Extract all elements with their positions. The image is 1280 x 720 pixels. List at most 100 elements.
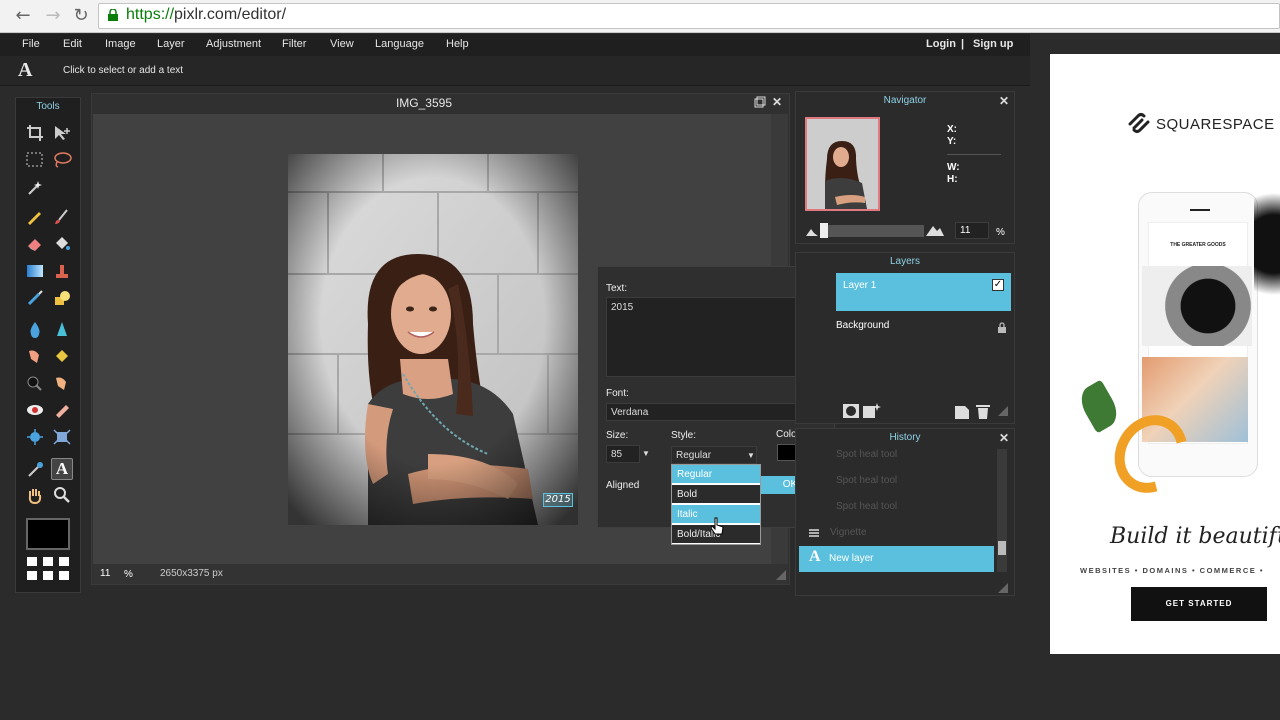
- layer-visibility-checkbox[interactable]: ✓: [992, 279, 1004, 291]
- url-text[interactable]: https://pixlr.com/editor/: [126, 6, 286, 24]
- red-eye-tool-icon[interactable]: [25, 401, 45, 419]
- text-tool-icon[interactable]: A: [51, 458, 73, 480]
- login-link[interactable]: Login: [926, 38, 956, 50]
- foreground-color-swatch[interactable]: [26, 518, 70, 550]
- history-item[interactable]: Spot heal tool: [836, 449, 897, 460]
- ad-get-started-button[interactable]: GET STARTED: [1131, 587, 1267, 621]
- tool-hint: Click to select or add a text: [63, 65, 184, 76]
- font-label: Font:: [606, 388, 629, 399]
- menu-adjustment[interactable]: Adjustment: [206, 38, 261, 50]
- paint-bucket-tool-icon[interactable]: [52, 235, 72, 253]
- layer-styles-icon[interactable]: [863, 403, 881, 419]
- history-resize-grip-icon[interactable]: [998, 583, 1008, 593]
- size-input[interactable]: 85: [606, 445, 640, 463]
- history-title: History: [889, 432, 921, 443]
- navigator-y-label: Y:: [947, 136, 957, 147]
- menu-separator: |: [961, 38, 965, 50]
- navigator-x-label: X:: [947, 124, 957, 135]
- smudge-tool-icon[interactable]: [25, 347, 45, 365]
- ad-script-line: Build it beautiful: [1110, 524, 1280, 549]
- style-option-regular[interactable]: Regular: [672, 465, 760, 483]
- lasso-tool-icon[interactable]: [52, 151, 72, 169]
- sharpen-tool-icon[interactable]: [52, 320, 72, 338]
- url-protocol: https://: [126, 6, 175, 23]
- navigator-thumbnail[interactable]: [805, 117, 880, 211]
- menu-file[interactable]: File: [22, 38, 40, 50]
- size-label: Size:: [606, 430, 629, 441]
- zoom-slider-handle[interactable]: [820, 223, 828, 238]
- spot-heal-tool-icon[interactable]: [52, 401, 72, 419]
- color-picker-tool-icon[interactable]: [25, 460, 45, 478]
- layer-name[interactable]: Layer 1: [843, 280, 876, 291]
- size-dropdown-arrow-icon[interactable]: ▼: [642, 449, 650, 458]
- history-selected-label[interactable]: New layer: [829, 553, 873, 564]
- reload-icon[interactable]: ↻: [70, 5, 92, 27]
- back-arrow-icon[interactable]: ←: [12, 5, 34, 27]
- navigator-divider: [947, 154, 1001, 155]
- menu-image[interactable]: Image: [105, 38, 136, 50]
- text-input[interactable]: 2015: [606, 297, 825, 377]
- navigator-title: Navigator: [883, 95, 927, 106]
- signup-link[interactable]: Sign up: [973, 38, 1013, 50]
- dodge-tool-icon[interactable]: [52, 374, 72, 392]
- pencil-tool-icon[interactable]: [25, 208, 45, 226]
- navigator-h-label: H:: [947, 174, 958, 185]
- menu-edit[interactable]: Edit: [63, 38, 82, 50]
- maximize-icon[interactable]: [754, 96, 766, 108]
- zoom-in-mountain-icon[interactable]: [926, 224, 944, 236]
- pinch-tool-icon[interactable]: [52, 428, 72, 446]
- zoom-tool-icon[interactable]: [52, 486, 72, 504]
- clone-stamp-tool-icon[interactable]: [52, 262, 72, 280]
- menu-view[interactable]: View: [330, 38, 354, 50]
- resize-grip-icon[interactable]: [776, 570, 786, 580]
- marquee-tool-icon[interactable]: [25, 151, 45, 169]
- blur-tool-icon[interactable]: [25, 320, 45, 338]
- layers-resize-grip-icon[interactable]: [998, 406, 1008, 416]
- drawing-tool-icon[interactable]: [52, 289, 72, 307]
- layer-lock-icon: [997, 322, 1007, 333]
- zoom-value[interactable]: 11: [100, 568, 110, 579]
- crop-tool-icon[interactable]: [25, 124, 45, 142]
- style-dropdown-arrow-icon[interactable]: ▼: [747, 451, 755, 460]
- history-close-icon[interactable]: ✕: [999, 431, 1009, 445]
- zoom-out-mountain-icon[interactable]: [806, 226, 818, 236]
- style-option-bold[interactable]: Bold: [672, 485, 760, 503]
- text-overlay[interactable]: 2015: [543, 493, 573, 507]
- background-layer-name[interactable]: Background: [836, 320, 889, 331]
- brush-tool-icon[interactable]: [52, 208, 72, 226]
- gradient-tool-icon[interactable]: [25, 262, 45, 280]
- menu-help[interactable]: Help: [446, 38, 469, 50]
- eraser-tool-icon[interactable]: [25, 235, 45, 253]
- font-select[interactable]: Verdana: [606, 403, 808, 421]
- history-scrollbar-thumb[interactable]: [998, 541, 1006, 555]
- zoom-slider[interactable]: [820, 225, 924, 237]
- style-label: Style:: [671, 430, 697, 441]
- layer-mask-icon[interactable]: [843, 404, 859, 418]
- history-item[interactable]: Vignette: [830, 527, 867, 538]
- history-item[interactable]: Spot heal tool: [836, 501, 897, 512]
- layer-row-selected[interactable]: [836, 273, 1011, 311]
- advertisement-panel[interactable]: SQUARESPACE THE GREATER GOODS Build it b…: [1050, 54, 1280, 654]
- menu-filter[interactable]: Filter: [282, 38, 306, 50]
- sponge-tool-icon[interactable]: [52, 347, 72, 365]
- style-select[interactable]: Regular: [671, 446, 757, 464]
- navigator-close-icon[interactable]: ✕: [999, 94, 1009, 108]
- new-layer-icon[interactable]: [955, 403, 969, 419]
- hand-tool-icon[interactable]: [25, 486, 45, 505]
- history-item[interactable]: Spot heal tool: [836, 475, 897, 486]
- burn-tool-icon[interactable]: [25, 374, 45, 392]
- lock-icon: [108, 9, 118, 21]
- close-image-icon[interactable]: ✕: [772, 95, 782, 109]
- menu-layer[interactable]: Layer: [157, 38, 185, 50]
- photo-canvas[interactable]: [288, 154, 578, 525]
- color-replace-tool-icon[interactable]: [25, 289, 45, 307]
- menu-language[interactable]: Language: [375, 38, 424, 50]
- navigator-zoom-input[interactable]: 11: [955, 222, 989, 239]
- forward-arrow-icon[interactable]: →: [42, 5, 64, 27]
- magic-wand-tool-icon[interactable]: [25, 178, 45, 196]
- bloat-tool-icon[interactable]: [25, 428, 45, 446]
- move-tool-icon[interactable]: [52, 124, 72, 142]
- tool-grid-icon[interactable]: [27, 557, 71, 586]
- squarespace-logo-icon: [1128, 113, 1150, 133]
- delete-layer-icon[interactable]: [976, 403, 990, 419]
